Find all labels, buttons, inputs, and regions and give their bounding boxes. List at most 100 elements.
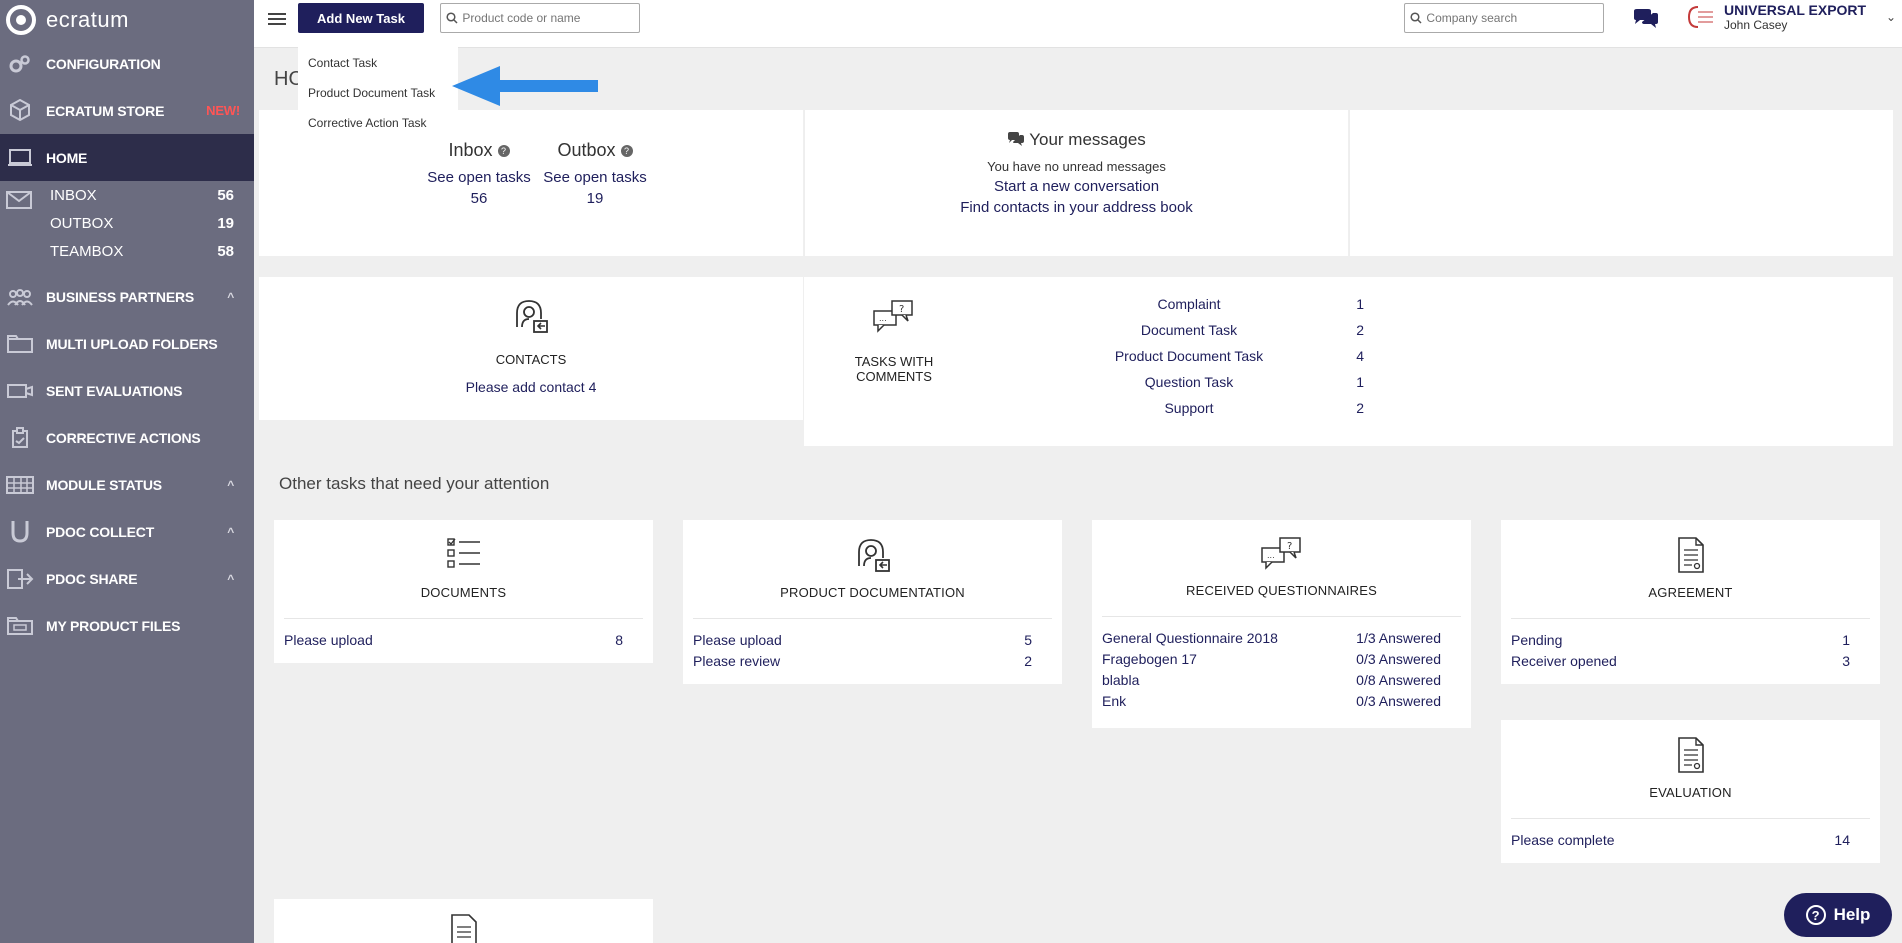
task-count[interactable]: 1 <box>1304 374 1364 390</box>
sidebar-item-multi-upload-folders[interactable]: MULTI UPLOAD FOLDERS <box>0 320 254 367</box>
list-item[interactable]: Product Document Task 4 <box>1074 343 1374 369</box>
inbox-block: Inbox ? See open tasks 56 <box>419 140 539 207</box>
list-item[interactable]: Fragebogen 17 0/3 Answered <box>1092 648 1471 669</box>
agreement-card: AGREEMENT Pending 1 Receiver opened 3 <box>1501 520 1880 684</box>
sidebar-item-my-product-files[interactable]: MY PRODUCT FILES <box>0 602 254 649</box>
chat-bubbles-icon[interactable] <box>1632 8 1658 30</box>
row-label[interactable]: Please complete <box>1511 832 1615 848</box>
sidebar-item-inbox[interactable]: INBOX 56 <box>0 181 254 209</box>
task-type-label[interactable]: Product Document Task <box>1074 348 1304 364</box>
inbox-count[interactable]: 56 <box>419 190 539 207</box>
sidebar-item-outbox[interactable]: OUTBOX 19 <box>0 209 254 237</box>
list-item[interactable]: Enk 0/3 Answered <box>1092 690 1471 711</box>
list-item[interactable]: General Questionnaire 2018 1/3 Answered <box>1092 627 1471 648</box>
sidebar-item-pdoc-collect[interactable]: PDOC COLLECT ^ <box>0 508 254 555</box>
sidebar-item-ecratum-store[interactable]: ECRATUM STORE NEW! <box>0 87 254 134</box>
list-item[interactable]: Receiver opened 3 <box>1501 650 1880 671</box>
task-type-label[interactable]: Support <box>1074 400 1304 416</box>
list-item[interactable]: blabla 0/8 Answered <box>1092 669 1471 690</box>
mailbox-list: INBOX 56 OUTBOX 19 TEAMBOX 58 <box>0 181 254 273</box>
list-item[interactable]: Question Task 1 <box>1074 369 1374 395</box>
company-search-input[interactable] <box>1426 11 1603 25</box>
chevron-down-icon[interactable]: ⌄ <box>1886 10 1896 24</box>
task-type-label[interactable]: Complaint <box>1074 296 1304 312</box>
sidebar-item-pdoc-share[interactable]: PDOC SHARE ^ <box>0 555 254 602</box>
sidebar-item-module-status[interactable]: MODULE STATUS ^ <box>0 461 254 508</box>
outbox-count[interactable]: 19 <box>535 190 655 207</box>
dropdown-item-corrective-action-task[interactable]: Corrective Action Task <box>298 108 458 138</box>
product-search-input[interactable] <box>462 11 639 25</box>
sidebar-item-sent-evaluations[interactable]: SENT EVALUATIONS <box>0 367 254 414</box>
row-value[interactable]: 0/3 Answered <box>1356 693 1441 709</box>
row-label[interactable]: blabla <box>1102 672 1139 688</box>
row-label[interactable]: Fragebogen 17 <box>1102 651 1197 667</box>
ecratum-logo-icon <box>6 5 36 35</box>
row-label[interactable]: Please upload <box>693 632 782 648</box>
brand[interactable]: ecratum <box>0 0 254 40</box>
list-item[interactable]: Pending 1 <box>1501 629 1880 650</box>
outbox-see-open-tasks-link[interactable]: See open tasks <box>535 169 655 186</box>
task-count[interactable]: 4 <box>1304 348 1364 364</box>
account-menu[interactable]: UNIVERSAL EXPORT John Casey <box>1686 2 1866 32</box>
sidebar-item-home[interactable]: HOME <box>0 134 254 181</box>
chevron-up-icon[interactable]: ^ <box>227 290 234 304</box>
task-type-label[interactable]: Question Task <box>1074 374 1304 390</box>
files-icon <box>6 615 34 637</box>
list-item[interactable]: Please upload 8 <box>274 629 653 650</box>
dropdown-item-contact-task[interactable]: Contact Task <box>298 48 458 78</box>
add-contact-link[interactable]: Please add contact 4 <box>259 379 803 395</box>
task-type-label[interactable]: Document Task <box>1074 322 1304 338</box>
chevron-up-icon[interactable]: ^ <box>227 572 234 586</box>
help-button[interactable]: ? Help <box>1784 893 1892 937</box>
row-value[interactable]: 5 <box>1024 632 1032 648</box>
start-conversation-link[interactable]: Start a new conversation <box>805 178 1348 195</box>
received-questionnaires-card: ...? RECEIVED QUESTIONNAIRES General Que… <box>1092 520 1471 728</box>
search-icon <box>1405 4 1426 32</box>
row-value[interactable]: 3 <box>1842 653 1850 669</box>
list-item[interactable]: Please review 2 <box>683 650 1062 671</box>
no-unread-text: You have no unread messages <box>987 158 1166 174</box>
chevron-up-icon[interactable]: ^ <box>227 478 234 492</box>
chevron-up-icon[interactable]: ^ <box>227 525 234 539</box>
row-value[interactable]: 1/3 Answered <box>1356 630 1441 646</box>
row-label[interactable]: General Questionnaire 2018 <box>1102 630 1278 646</box>
row-value[interactable]: 8 <box>615 632 623 648</box>
messages-panel: Your messages You have no unread message… <box>804 110 1348 256</box>
task-count[interactable]: 2 <box>1304 400 1364 416</box>
task-count[interactable]: 1 <box>1304 296 1364 312</box>
row-label[interactable]: Pending <box>1511 632 1562 648</box>
row-value[interactable]: 2 <box>1024 653 1032 669</box>
row-value[interactable]: 0/3 Answered <box>1356 651 1441 667</box>
row-value[interactable]: 14 <box>1834 832 1850 848</box>
hamburger-menu-icon[interactable] <box>268 10 286 26</box>
list-item[interactable]: Support 2 <box>1074 395 1374 421</box>
card-title: EVALUATION <box>1649 785 1732 800</box>
sidebar-item-teambox[interactable]: TEAMBOX 58 <box>0 237 254 265</box>
inbox-see-open-tasks-link[interactable]: See open tasks <box>419 169 539 186</box>
svg-text:?: ? <box>1287 541 1292 552</box>
list-item[interactable]: Document Task 2 <box>1074 317 1374 343</box>
sidebar-item-corrective-actions[interactable]: CORRECTIVE ACTIONS <box>0 414 254 461</box>
sidebar-item-business-partners[interactable]: BUSINESS PARTNERS ^ <box>0 273 254 320</box>
task-count[interactable]: 2 <box>1304 322 1364 338</box>
row-value[interactable]: 1 <box>1842 632 1850 648</box>
search-icon <box>441 4 462 32</box>
row-label[interactable]: Please upload <box>284 632 373 648</box>
row-label[interactable]: Please review <box>693 653 780 669</box>
svg-text:...: ... <box>879 314 887 323</box>
dropdown-item-product-document-task[interactable]: Product Document Task <box>298 78 458 108</box>
add-new-task-button[interactable]: Add New Task <box>298 3 424 33</box>
list-item[interactable]: Please complete 14 <box>1501 829 1880 850</box>
outbox-block: Outbox ? See open tasks 19 <box>535 140 655 207</box>
tasks-comments-list: Complaint 1 Document Task 2 Product Docume… <box>1074 291 1374 421</box>
sidebar-item-configuration[interactable]: CONFIGURATION <box>0 40 254 87</box>
row-label[interactable]: Receiver opened <box>1511 653 1617 669</box>
find-contacts-link[interactable]: Find contacts in your address book <box>805 199 1348 216</box>
svg-text:...: ... <box>1267 551 1275 560</box>
list-item[interactable]: Please upload 5 <box>683 629 1062 650</box>
documents-card: DOCUMENTS Please upload 8 <box>274 520 653 663</box>
row-label[interactable]: Enk <box>1102 693 1126 709</box>
sidebar-item-label: CORRECTIVE ACTIONS <box>46 429 201 446</box>
row-value[interactable]: 0/8 Answered <box>1356 672 1441 688</box>
list-item[interactable]: Complaint 1 <box>1074 291 1374 317</box>
